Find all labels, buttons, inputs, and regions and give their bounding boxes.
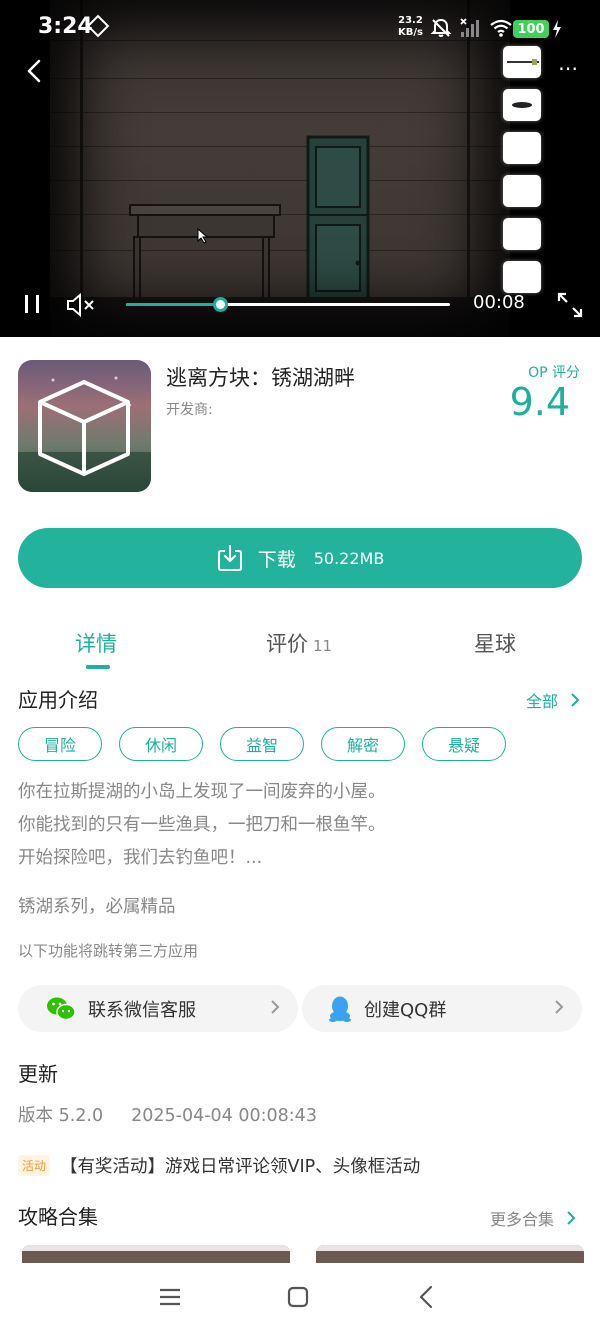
app-description: 你在拉斯提湖的小岛上发现了一间废弃的小屋。 你能找到的只有一些渔具，一把刀和一根…: [18, 782, 386, 868]
activity-badge: 活动: [18, 1155, 51, 1176]
tag-chip[interactable]: 休闲: [119, 727, 203, 761]
app-icon: [18, 360, 151, 492]
see-all-link[interactable]: 全部: [526, 688, 580, 712]
more-guides-link[interactable]: 更多合集: [490, 1206, 576, 1230]
inventory-slot: [503, 46, 541, 78]
inventory-slot: [503, 132, 541, 164]
app-tagline: 锈湖系列，必属精品: [18, 897, 176, 917]
pause-icon[interactable]: [22, 292, 42, 316]
more-options-icon[interactable]: ⋯: [558, 58, 579, 78]
activity-banner[interactable]: 活动 【有奖活动】游戏日常评论领VIP、头像框活动: [18, 1153, 420, 1178]
tag-list: 冒险 休闲 益智 解密 悬疑: [18, 727, 506, 761]
download-icon: [217, 545, 242, 571]
battery-indicator: 100: [513, 20, 549, 38]
chevron-right-icon: [555, 1000, 564, 1014]
third-party-note: 以下功能将跳转第三方应用: [18, 942, 199, 960]
download-label: 下载: [257, 548, 296, 571]
network-speed: 23.2 KB/s: [398, 15, 423, 38]
progress-fill: [126, 303, 220, 306]
tag-chip[interactable]: 悬疑: [422, 727, 506, 761]
developer-label: 开发商:: [166, 402, 213, 418]
update-info: 版本 5.2.0 2025-04-04 00:08:43: [18, 1102, 317, 1127]
tag-chip[interactable]: 冒险: [18, 727, 102, 761]
download-size: 50.22MB: [313, 548, 385, 568]
menu-icon[interactable]: [158, 1285, 182, 1309]
guides-title: 攻略合集: [18, 1205, 98, 1229]
tab-reviews[interactable]: 评价 11: [266, 628, 332, 658]
inventory-slot: [503, 175, 541, 207]
wechat-support-button[interactable]: 联系微信客服: [18, 985, 298, 1032]
progress-handle[interactable]: [212, 297, 228, 312]
playback-controls: 00:08: [0, 284, 600, 324]
tab-planet[interactable]: 星球: [474, 628, 516, 658]
guide-card[interactable]: [22, 1245, 290, 1263]
knife-icon: [512, 102, 532, 108]
video-player[interactable]: 3:24 23.2 KB/s 100 ⋯ 00:08: [0, 0, 600, 337]
charging-icon: [553, 20, 561, 38]
score-label: OP 评分: [528, 365, 580, 381]
signal-icon: [460, 18, 479, 37]
qq-group-label: 创建QQ群: [364, 999, 447, 1021]
bell-muted-icon: [430, 18, 452, 37]
home-icon[interactable]: [286, 1285, 310, 1309]
chevron-right-icon: [571, 693, 580, 707]
review-count: 11: [313, 637, 333, 655]
inventory-slot: [503, 218, 541, 250]
inventory-slot: [503, 89, 541, 121]
score-value: 9.4: [509, 380, 570, 424]
mute-icon[interactable]: [66, 292, 98, 318]
wifi-icon: [490, 19, 512, 37]
game-inventory: [503, 46, 541, 304]
back-icon[interactable]: [24, 58, 46, 84]
update-title: 更新: [18, 1062, 58, 1086]
cube-icon: [18, 376, 151, 492]
video-time: 00:08: [473, 292, 525, 313]
version-text: 版本 5.2.0: [18, 1106, 104, 1126]
qq-icon: [329, 996, 351, 1022]
tab-details[interactable]: 详情: [75, 628, 117, 658]
guide-card[interactable]: [316, 1245, 584, 1263]
status-time: 3:24: [38, 14, 93, 39]
tag-chip[interactable]: 益智: [220, 727, 304, 761]
app-title: 逃离方块：锈湖湖畔: [166, 366, 355, 390]
system-nav-bar: [0, 1263, 600, 1333]
detail-tabs: 详情 评价 11 星球: [0, 620, 600, 670]
chevron-right-icon: [567, 1211, 576, 1225]
wechat-icon: [47, 997, 76, 1020]
tag-chip[interactable]: 解密: [321, 727, 405, 761]
video-progress-bar[interactable]: [126, 297, 450, 312]
intro-title: 应用介绍: [18, 688, 98, 712]
create-qq-group-button[interactable]: 创建QQ群: [302, 985, 582, 1032]
fullscreen-icon[interactable]: [555, 290, 585, 320]
activity-text: 【有奖活动】游戏日常评论领VIP、头像框活动: [60, 1157, 421, 1177]
fishing-rod-icon: [507, 59, 539, 65]
chevron-right-icon: [271, 1000, 280, 1014]
tab-indicator: [86, 665, 110, 669]
nav-back-icon[interactable]: [416, 1285, 436, 1309]
update-date: 2025-04-04 00:08:43: [131, 1106, 317, 1126]
wechat-support-label: 联系微信客服: [88, 999, 196, 1021]
download-button[interactable]: 下载 50.22MB: [18, 528, 582, 588]
